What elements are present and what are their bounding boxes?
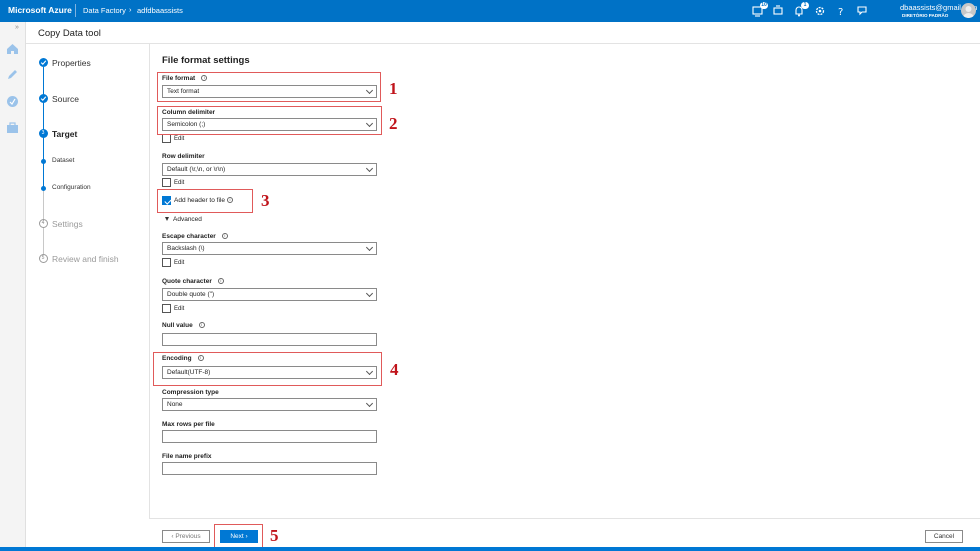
chevron-down-icon (365, 399, 374, 408)
escape-character-label: Escape character i (162, 233, 228, 240)
monitor-icon[interactable] (5, 94, 20, 109)
pencil-icon[interactable] (5, 67, 20, 82)
chevron-down-icon (365, 243, 374, 252)
escape-character-value: Backslash (\) (167, 245, 205, 252)
bottom-edge (0, 547, 980, 551)
column-delimiter-edit-checkbox[interactable] (162, 134, 171, 143)
max-rows-per-file-label: Max rows per file (162, 421, 215, 428)
row-delimiter-label: Row delimiter (162, 153, 205, 160)
toolbox-icon[interactable] (5, 120, 20, 135)
step-dataset-dot (40, 159, 46, 164)
step-source[interactable]: Source (52, 94, 79, 104)
step-configuration-dot (40, 186, 46, 191)
svg-text:?: ? (838, 7, 843, 18)
file-name-prefix-input[interactable] (162, 462, 377, 475)
bell-icon[interactable]: 1 (792, 2, 809, 18)
annotation-number-4: 4 (390, 360, 399, 379)
chevron-down-icon (365, 164, 374, 173)
row-delimiter-edit-checkbox[interactable] (162, 178, 171, 187)
quote-character-edit-checkbox[interactable] (162, 304, 171, 313)
step-settings-number: 4 (38, 219, 48, 228)
annotation-number-1: 1 (389, 79, 398, 98)
quote-character-label: Quote character i (162, 278, 224, 285)
panel-divider (149, 44, 150, 518)
escape-character-label-text: Escape character (162, 233, 216, 240)
step-configuration[interactable]: Configuration (52, 184, 91, 191)
escape-character-edit-checkbox[interactable] (162, 258, 171, 267)
row-delimiter-select[interactable]: Default (\r,\n, or \r\n) (162, 163, 377, 176)
step-target-number: 3 (38, 129, 48, 138)
step-properties-check-icon (38, 58, 48, 67)
compression-type-label: Compression type (162, 389, 219, 396)
top-bar: Microsoft Azure Data Factory › adfdbaass… (0, 0, 980, 22)
quote-character-edit-label: Edit (174, 306, 185, 312)
compression-type-value: None (167, 401, 183, 408)
cloud-shell-icon[interactable]: 10 (751, 2, 768, 18)
quote-character-select[interactable]: Double quote (") (162, 288, 377, 301)
left-rail: » (0, 22, 26, 551)
annotation-number-5: 5 (270, 526, 279, 545)
step-settings[interactable]: Settings (52, 219, 83, 229)
info-icon[interactable]: i (221, 233, 228, 240)
escape-character-edit-label: Edit (174, 260, 185, 266)
chevron-down-icon (365, 289, 374, 298)
step-review-and-finish[interactable]: Review and finish (52, 254, 119, 264)
alerts-count-badge: 1 (801, 2, 809, 9)
info-icon[interactable]: i (198, 322, 205, 329)
annotation-box-column-delimiter (157, 106, 382, 135)
page-title: Copy Data tool (38, 28, 101, 39)
step-target[interactable]: Target (52, 129, 77, 139)
null-value-label: Null value i (162, 322, 205, 329)
step-properties[interactable]: Properties (52, 58, 91, 68)
step-dataset[interactable]: Dataset (52, 157, 74, 164)
footer-divider (149, 518, 980, 519)
row-delimiter-value: Default (\r,\n, or \r\n) (167, 166, 226, 173)
expand-chevron-icon[interactable]: » (15, 24, 19, 31)
file-name-prefix-label: File name prefix (162, 453, 212, 460)
header-divider (26, 43, 980, 44)
breadcrumb-chevron: › (129, 5, 132, 14)
escape-character-select[interactable]: Backslash (\) (162, 242, 377, 255)
row-delimiter-edit-label: Edit (174, 180, 185, 186)
annotation-number-3: 3 (261, 191, 270, 210)
notifications-count-badge: 10 (760, 2, 768, 9)
compression-type-select[interactable]: None (162, 398, 377, 411)
user-directory: DIRETÓRIO PADRÃO (902, 13, 949, 18)
annotation-number-2: 2 (389, 114, 398, 133)
home-icon[interactable] (5, 41, 20, 56)
panel-title: File format settings (162, 55, 250, 66)
advanced-toggle[interactable]: Advanced (173, 216, 202, 223)
previous-button[interactable]: ‹ Previous (162, 530, 210, 543)
avatar[interactable] (961, 3, 976, 18)
quote-character-label-text: Quote character (162, 278, 212, 285)
max-rows-per-file-input[interactable] (162, 430, 377, 443)
advanced-caret-icon[interactable] (165, 217, 169, 221)
quote-character-value: Double quote (") (167, 291, 215, 298)
annotation-box-encoding (153, 352, 382, 386)
annotation-box-add-header (157, 189, 253, 213)
gear-icon[interactable] (813, 4, 827, 18)
feedback-icon[interactable] (855, 4, 869, 18)
next-button[interactable]: Next › (220, 530, 258, 543)
step-review-number: 5 (38, 254, 48, 263)
null-value-input[interactable] (162, 333, 377, 346)
wizard-progress-line (42, 67, 44, 189)
info-icon[interactable]: i (217, 278, 224, 285)
directory-filter-icon[interactable] (771, 4, 785, 18)
column-delimiter-edit-label: Edit (174, 136, 185, 142)
null-value-label-text: Null value (162, 322, 193, 329)
brand-separator (75, 4, 76, 17)
step-source-check-icon (38, 94, 48, 103)
breadcrumb-data-factory[interactable]: Data Factory (83, 6, 126, 15)
breadcrumb-factory-name[interactable]: adfdbaassists (137, 6, 183, 15)
help-icon[interactable]: ? (834, 4, 848, 18)
annotation-box-file-format (157, 72, 381, 102)
cancel-button[interactable]: Cancel (925, 530, 963, 543)
brand-link[interactable]: Microsoft Azure (8, 5, 72, 15)
